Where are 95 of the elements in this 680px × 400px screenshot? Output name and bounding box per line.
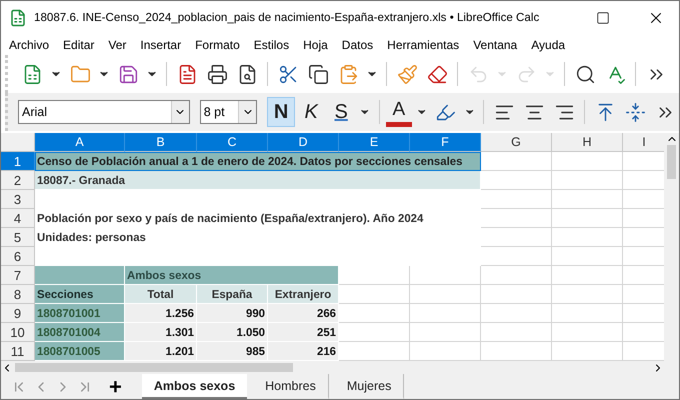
copy-icon [308, 64, 328, 84]
column-header[interactable]: C [197, 133, 268, 152]
table-cell: Censo de Población anual a 1 de enero de 2024. Datos por secciones censales [35, 152, 481, 171]
table-cell: 216 [268, 342, 339, 361]
menu-item[interactable]: Insertar [140, 38, 182, 52]
column-header[interactable]: I [623, 133, 664, 152]
printer-icon [206, 64, 228, 84]
table-cell: 266 [268, 304, 339, 323]
app-icon [9, 8, 27, 26]
table-cell: 1.256 [125, 304, 197, 323]
empty-cell [481, 304, 552, 323]
scroll-thumb[interactable] [15, 363, 293, 372]
table-cell: 18087.- Granada [35, 171, 481, 190]
empty-cell [410, 304, 481, 323]
eraser-icon [426, 64, 448, 84]
row-header[interactable]: 2 [1, 171, 35, 190]
empty-cell [552, 228, 623, 247]
empty-cell [481, 323, 552, 342]
table-cell: Secciones [35, 285, 125, 304]
table-cell: 251 [268, 323, 339, 342]
column-header[interactable]: F [410, 133, 481, 152]
row-header[interactable]: 5 [1, 228, 35, 247]
column-header[interactable]: A [35, 133, 125, 152]
column-header[interactable]: H [552, 133, 623, 152]
table-cell: 1808701004 [35, 323, 125, 342]
empty-cell [410, 285, 481, 304]
empty-cell [552, 266, 623, 285]
table-cell: 1808701005 [35, 342, 125, 361]
menu-item[interactable]: Editar [63, 38, 94, 52]
empty-cell [552, 152, 623, 171]
folder-icon [70, 64, 90, 84]
vertical-scrollbar[interactable] [664, 133, 679, 361]
row-header[interactable]: 6 [1, 247, 35, 266]
sheet-tab[interactable]: Ambos sexos [142, 374, 248, 399]
menu-item[interactable]: Ayuda [531, 38, 566, 52]
empty-cell [552, 209, 623, 228]
empty-cell [552, 323, 623, 342]
sheet-tab[interactable]: Mujeres [334, 374, 404, 399]
table-cell: 1808701001 [35, 304, 125, 323]
scissors-icon [278, 64, 298, 84]
align-middle-icon [624, 102, 646, 122]
empty-cell [552, 247, 623, 266]
column-header[interactable]: E [339, 133, 410, 152]
menu-item[interactable]: Datos [342, 38, 374, 52]
menu-item[interactable]: Ventana [473, 38, 518, 52]
empty-cell [410, 323, 481, 342]
row-header[interactable]: 1 [1, 152, 35, 171]
menu-item[interactable]: Formato [195, 38, 240, 52]
empty-cell [481, 190, 552, 209]
table-cell: Extranjero [268, 285, 339, 304]
empty-cell [552, 285, 623, 304]
empty-cell [552, 171, 623, 190]
column-header[interactable]: B [125, 133, 197, 152]
paintbrush-icon [396, 64, 418, 84]
search-icon [574, 64, 596, 84]
table-cell: 985 [197, 342, 268, 361]
row-header[interactable]: 3 [1, 190, 35, 209]
table-cell: 1.050 [197, 323, 268, 342]
horizontal-scrollbar[interactable] [1, 361, 679, 374]
row-header[interactable]: 8 [1, 285, 35, 304]
row-header[interactable]: 11 [1, 342, 35, 361]
add-sheet-button[interactable]: + [103, 374, 128, 399]
table-cell: 1.301 [125, 323, 197, 342]
menu-item[interactable]: Herramientas [387, 38, 460, 52]
menu-item[interactable]: Estilos [254, 38, 290, 52]
maximize-icon [596, 10, 610, 24]
bold-button[interactable]: N [267, 97, 296, 127]
empty-cell [552, 190, 623, 209]
window-title: 18087.6. INE-Censo_2024_poblacion_pais de nacimiento-España-extranjero.xls • LibreOffice Calc [34, 11, 540, 24]
scroll-thumb[interactable] [667, 145, 676, 179]
empty-cell [410, 266, 481, 285]
italic-button[interactable]: K [297, 97, 326, 127]
row-header[interactable]: 7 [1, 266, 35, 285]
table-cell: 990 [197, 304, 268, 323]
menu-item[interactable]: Ver [108, 38, 126, 52]
table-cell: Total [125, 285, 197, 304]
menu-item[interactable]: Archivo [9, 38, 50, 52]
row-header[interactable]: 10 [1, 323, 35, 342]
empty-cell [552, 304, 623, 323]
sheet-tab[interactable]: Hombres [253, 374, 329, 399]
empty-cell [481, 266, 552, 285]
column-header[interactable]: D [268, 133, 339, 152]
table-cell: Ambos sexos [125, 266, 339, 285]
column-header[interactable]: G [481, 133, 552, 152]
table-cell: 1.201 [125, 342, 197, 361]
underline-button[interactable]: S [327, 97, 356, 127]
font-name-field[interactable]: Arial [18, 100, 190, 124]
menu-item[interactable]: Hoja [303, 38, 328, 52]
font-size-field[interactable]: 8 pt [200, 100, 258, 124]
table-cell: España [197, 285, 268, 304]
row-header[interactable]: 9 [1, 304, 35, 323]
empty-cell [481, 247, 552, 266]
empty-cell [481, 285, 552, 304]
row-header[interactable]: 4 [1, 209, 35, 228]
font-color-button[interactable]: A [386, 97, 412, 127]
